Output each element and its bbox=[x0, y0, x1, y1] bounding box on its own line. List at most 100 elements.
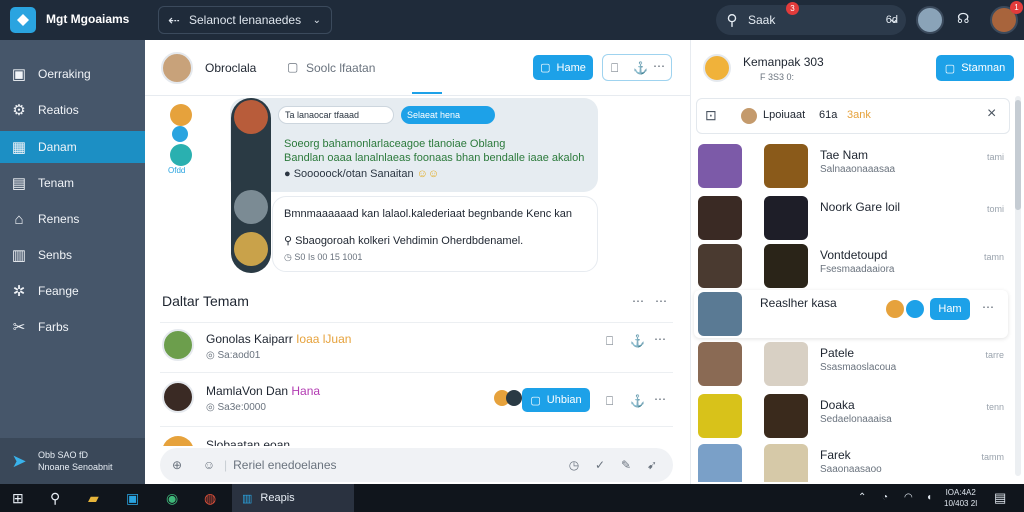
divider bbox=[160, 426, 673, 427]
pin-icon[interactable]: ⚓ bbox=[630, 394, 645, 408]
row-sub: Salnaaonaaasaa bbox=[820, 164, 896, 175]
clock[interactable]: IOA:4A2 10/403 2I bbox=[944, 487, 977, 509]
copy-icon[interactable]: ⎕ bbox=[606, 394, 613, 409]
folder-icon[interactable]: ▰ bbox=[88, 490, 99, 507]
header-button-label: Hame bbox=[556, 61, 586, 74]
network-icon[interactable]: ◔ bbox=[882, 492, 888, 503]
more-icon[interactable]: ⋯ bbox=[982, 300, 994, 314]
check-icon[interactable]: ✓ bbox=[587, 458, 613, 472]
search-input[interactable]: ⚲ Saak 6d bbox=[716, 5, 906, 35]
avatar[interactable] bbox=[170, 104, 192, 126]
edge-icon[interactable]: ◉ bbox=[166, 490, 178, 507]
pin-icon[interactable]: ⚓ bbox=[633, 61, 648, 75]
headset-icon[interactable]: ☊ bbox=[957, 10, 969, 27]
thumbnail bbox=[764, 244, 808, 288]
wifi-icon[interactable]: ◠ bbox=[904, 492, 913, 503]
list-item[interactable]: MamlaVon Dan Hana ◎ Sa3e:0000 bbox=[160, 378, 680, 422]
friend-sub: Sa3e:0000 bbox=[217, 402, 266, 413]
list-item-selected[interactable]: Reaslher kasa Ham ⋯ bbox=[694, 290, 1008, 338]
lock-icon: ▢ bbox=[530, 394, 541, 407]
list-item[interactable]: Gonolas Kaiparr Ioaa lJuan ◎ Sa:aod01 ⎕ … bbox=[160, 326, 680, 370]
header-action[interactable]: Soolc lfaatan bbox=[306, 61, 375, 75]
sidebar-item-1[interactable]: ⚙ Reatios bbox=[0, 94, 145, 126]
close-icon[interactable]: × bbox=[987, 105, 996, 123]
list-item[interactable]: Doaka Sedaelonaaaisa tenn bbox=[696, 392, 1016, 440]
back-arrow-icon[interactable]: ⇠ bbox=[159, 12, 189, 29]
chevron-down-icon[interactable]: ⌄ bbox=[888, 10, 900, 27]
avatar[interactable] bbox=[916, 6, 944, 34]
chevron-up-icon[interactable]: ⌃ bbox=[858, 492, 866, 503]
emoji-icon[interactable]: ☺ bbox=[194, 458, 224, 472]
filter-bar[interactable]: ⊡ Lpoiuaat 61a 3ank × bbox=[696, 98, 1010, 134]
pen-icon[interactable]: ✎ bbox=[613, 458, 639, 472]
row-title: Vontdetoupd bbox=[820, 248, 888, 262]
scrollbar[interactable] bbox=[1015, 96, 1021, 476]
more-icon[interactable]: ⋯ bbox=[654, 392, 666, 406]
copy-icon[interactable]: ⎕ bbox=[611, 61, 618, 76]
message-chip[interactable]: Ta lanaocar tfaaad bbox=[278, 106, 394, 124]
chevron-down-icon[interactable]: ⌄ bbox=[313, 15, 321, 26]
thumbnail bbox=[764, 144, 808, 188]
more-icon[interactable]: ⋯ bbox=[654, 332, 666, 346]
more-icon[interactable]: ⋯ bbox=[632, 294, 644, 308]
nav-selector[interactable]: ⇠ Selanoct lenanaedes ⌄ bbox=[158, 6, 332, 34]
list-item[interactable]: Slobaatan eoan bbox=[160, 432, 680, 446]
footer-line-2: Nnoane Senoabnit bbox=[38, 462, 113, 472]
chrome-icon[interactable]: ◍ bbox=[204, 490, 216, 507]
row-time: tarre bbox=[985, 350, 1004, 360]
gear-icon: ⚙ bbox=[12, 102, 26, 119]
sidebar-item-2[interactable]: ▦ Danam bbox=[0, 131, 145, 163]
avatar[interactable] bbox=[170, 144, 192, 166]
friend-action-button[interactable]: ▢ Uhbian bbox=[522, 388, 590, 412]
friend-action-label: Uhbian bbox=[546, 394, 582, 406]
list-item[interactable]: Vontdetoupd Fsesmaadaaiora tamn bbox=[696, 242, 1016, 290]
time-icon[interactable]: ◷ bbox=[561, 458, 587, 472]
sidebar-item-7[interactable]: ✂ Farbs bbox=[0, 311, 145, 343]
sidebar-item-6[interactable]: ✲ Feange bbox=[0, 275, 145, 307]
search-icon[interactable]: ⚲ bbox=[50, 490, 60, 507]
attach-icon[interactable]: ⊕ bbox=[160, 458, 194, 472]
list-item[interactable]: Patele Ssasmaoslacoua tarre bbox=[696, 340, 1016, 388]
friend-name: Gonolas Kaiparr Ioaa lJuan bbox=[206, 332, 351, 346]
taskbar-app[interactable]: ▥ Reapis bbox=[232, 484, 354, 512]
notification-icon[interactable]: ▤ bbox=[994, 490, 1006, 506]
settings-icon: ✲ bbox=[12, 283, 26, 300]
group-sub: F 3S3 0: bbox=[760, 72, 795, 82]
list-item[interactable]: Farek Saaonaasaoo tamm bbox=[696, 442, 1016, 482]
list-item[interactable]: Noork Gare loil tomi bbox=[696, 194, 1016, 242]
copy-icon[interactable]: ⎕ bbox=[606, 334, 613, 349]
note-icon[interactable]: ▢ bbox=[287, 60, 298, 74]
avatar bbox=[698, 292, 742, 336]
stop-icon[interactable]: ⊡ bbox=[705, 107, 717, 124]
windows-start-icon[interactable]: ⊞ bbox=[12, 490, 24, 507]
sidebar-footer[interactable]: ➤ Obb SAO fD Nnoane Senoabnit bbox=[0, 438, 145, 484]
right-primary-button[interactable]: ▢ Stamnan bbox=[936, 55, 1014, 81]
message-chip-active[interactable]: Selaeat hena bbox=[401, 106, 495, 124]
clock-icon: ◷ bbox=[284, 252, 292, 262]
send-icon[interactable]: ➹ bbox=[639, 458, 665, 472]
scrollbar-thumb[interactable] bbox=[1015, 100, 1021, 210]
clock-date: 10/403 2I bbox=[944, 499, 978, 508]
group-name: Kemanpak 303 bbox=[743, 55, 824, 69]
sidebar-item-0[interactable]: ▣ Oerraking bbox=[0, 58, 145, 90]
sidebar-item-4[interactable]: ⌂ Renens bbox=[0, 203, 145, 235]
more-icon[interactable]: ⋯ bbox=[655, 294, 667, 308]
chip-label: Ta lanaocar tfaaad bbox=[285, 110, 360, 120]
sidebar-item-5[interactable]: ▥ Senbs bbox=[0, 239, 145, 271]
row-action-button[interactable]: Ham bbox=[930, 298, 970, 320]
composer-placeholder[interactable]: Reriel enedoelanes bbox=[233, 458, 336, 472]
row-time: tenn bbox=[986, 402, 1004, 412]
message-composer[interactable]: ⊕ ☺ | Reriel enedoelanes ◷ ✓ ✎ ➹ bbox=[160, 448, 673, 482]
contact-avatar[interactable] bbox=[161, 52, 193, 84]
row-title: Doaka bbox=[820, 398, 855, 412]
header-primary-button[interactable]: ▢ Hame bbox=[533, 55, 593, 80]
group-avatar[interactable] bbox=[703, 54, 731, 82]
more-icon[interactable]: ⋯ bbox=[653, 59, 665, 73]
app-logo-icon[interactable] bbox=[10, 7, 36, 33]
pin-icon[interactable]: ⚓ bbox=[630, 334, 645, 348]
volume-icon[interactable]: ◖ bbox=[926, 492, 932, 503]
sidebar-item-3[interactable]: ▤ Tenam bbox=[0, 167, 145, 199]
store-icon[interactable]: ▣ bbox=[126, 490, 139, 507]
avatar bbox=[698, 144, 742, 188]
list-item[interactable]: Tae Nam Salnaaonaaasaa tami bbox=[696, 142, 1016, 190]
